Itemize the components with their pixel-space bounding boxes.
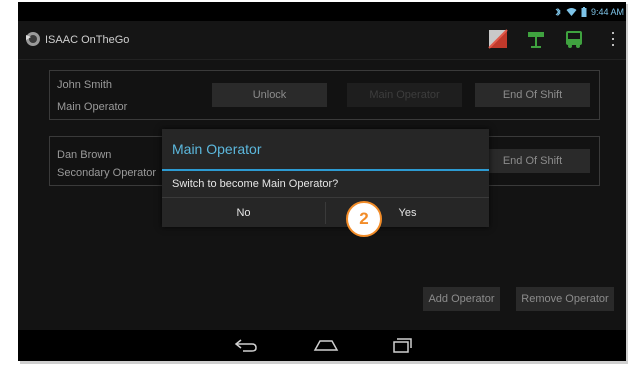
operator-role: Secondary Operator xyxy=(57,167,157,179)
step-marker: 2 xyxy=(346,201,382,237)
flag-icon[interactable] xyxy=(488,29,508,49)
operator-name: John Smith xyxy=(57,79,113,91)
no-button[interactable]: No xyxy=(162,198,325,228)
overflow-menu-icon[interactable] xyxy=(611,31,615,47)
back-icon[interactable] xyxy=(233,336,259,354)
end-of-shift-button[interactable]: End Of Shift xyxy=(475,83,590,107)
operator-role: Main Operator xyxy=(57,101,128,113)
status-time: 9:44 AM xyxy=(590,6,624,17)
battery-icon xyxy=(581,6,587,17)
app-logo-icon xyxy=(26,32,40,46)
dialog-title-divider xyxy=(162,169,489,171)
dialog-title: Main Operator xyxy=(172,141,262,157)
device-screen: 9:44 AM ISAAC OnTheGo John Smith Main Op… xyxy=(18,2,626,361)
operator-card-john-smith: John Smith Main Operator Unlock Main Ope… xyxy=(49,70,600,120)
action-bar: ISAAC OnTheGo xyxy=(18,21,626,60)
wifi-icon xyxy=(566,7,577,16)
unlock-button[interactable]: Unlock xyxy=(212,83,327,107)
dialog-button-row: No Yes xyxy=(162,197,489,228)
sign-icon[interactable] xyxy=(526,29,546,49)
bus-icon[interactable] xyxy=(564,29,584,49)
status-icons: 9:44 AM xyxy=(554,4,624,19)
recent-apps-icon[interactable] xyxy=(388,336,414,354)
navigation-bar xyxy=(18,330,626,361)
app-title: ISAAC OnTheGo xyxy=(45,34,130,46)
add-operator-button[interactable]: Add Operator xyxy=(423,287,500,311)
dialog-message: Switch to become Main Operator? xyxy=(172,178,339,190)
main-operator-button: Main Operator xyxy=(347,83,462,107)
end-of-shift-button[interactable]: End Of Shift xyxy=(475,149,590,173)
main-operator-dialog: Main Operator Switch to become Main Oper… xyxy=(162,129,489,227)
bluetooth-icon xyxy=(555,7,561,16)
status-bar: 9:44 AM xyxy=(18,2,626,21)
operator-name: Dan Brown xyxy=(57,149,112,161)
remove-operator-button[interactable]: Remove Operator xyxy=(516,287,614,311)
home-icon[interactable] xyxy=(313,336,339,354)
